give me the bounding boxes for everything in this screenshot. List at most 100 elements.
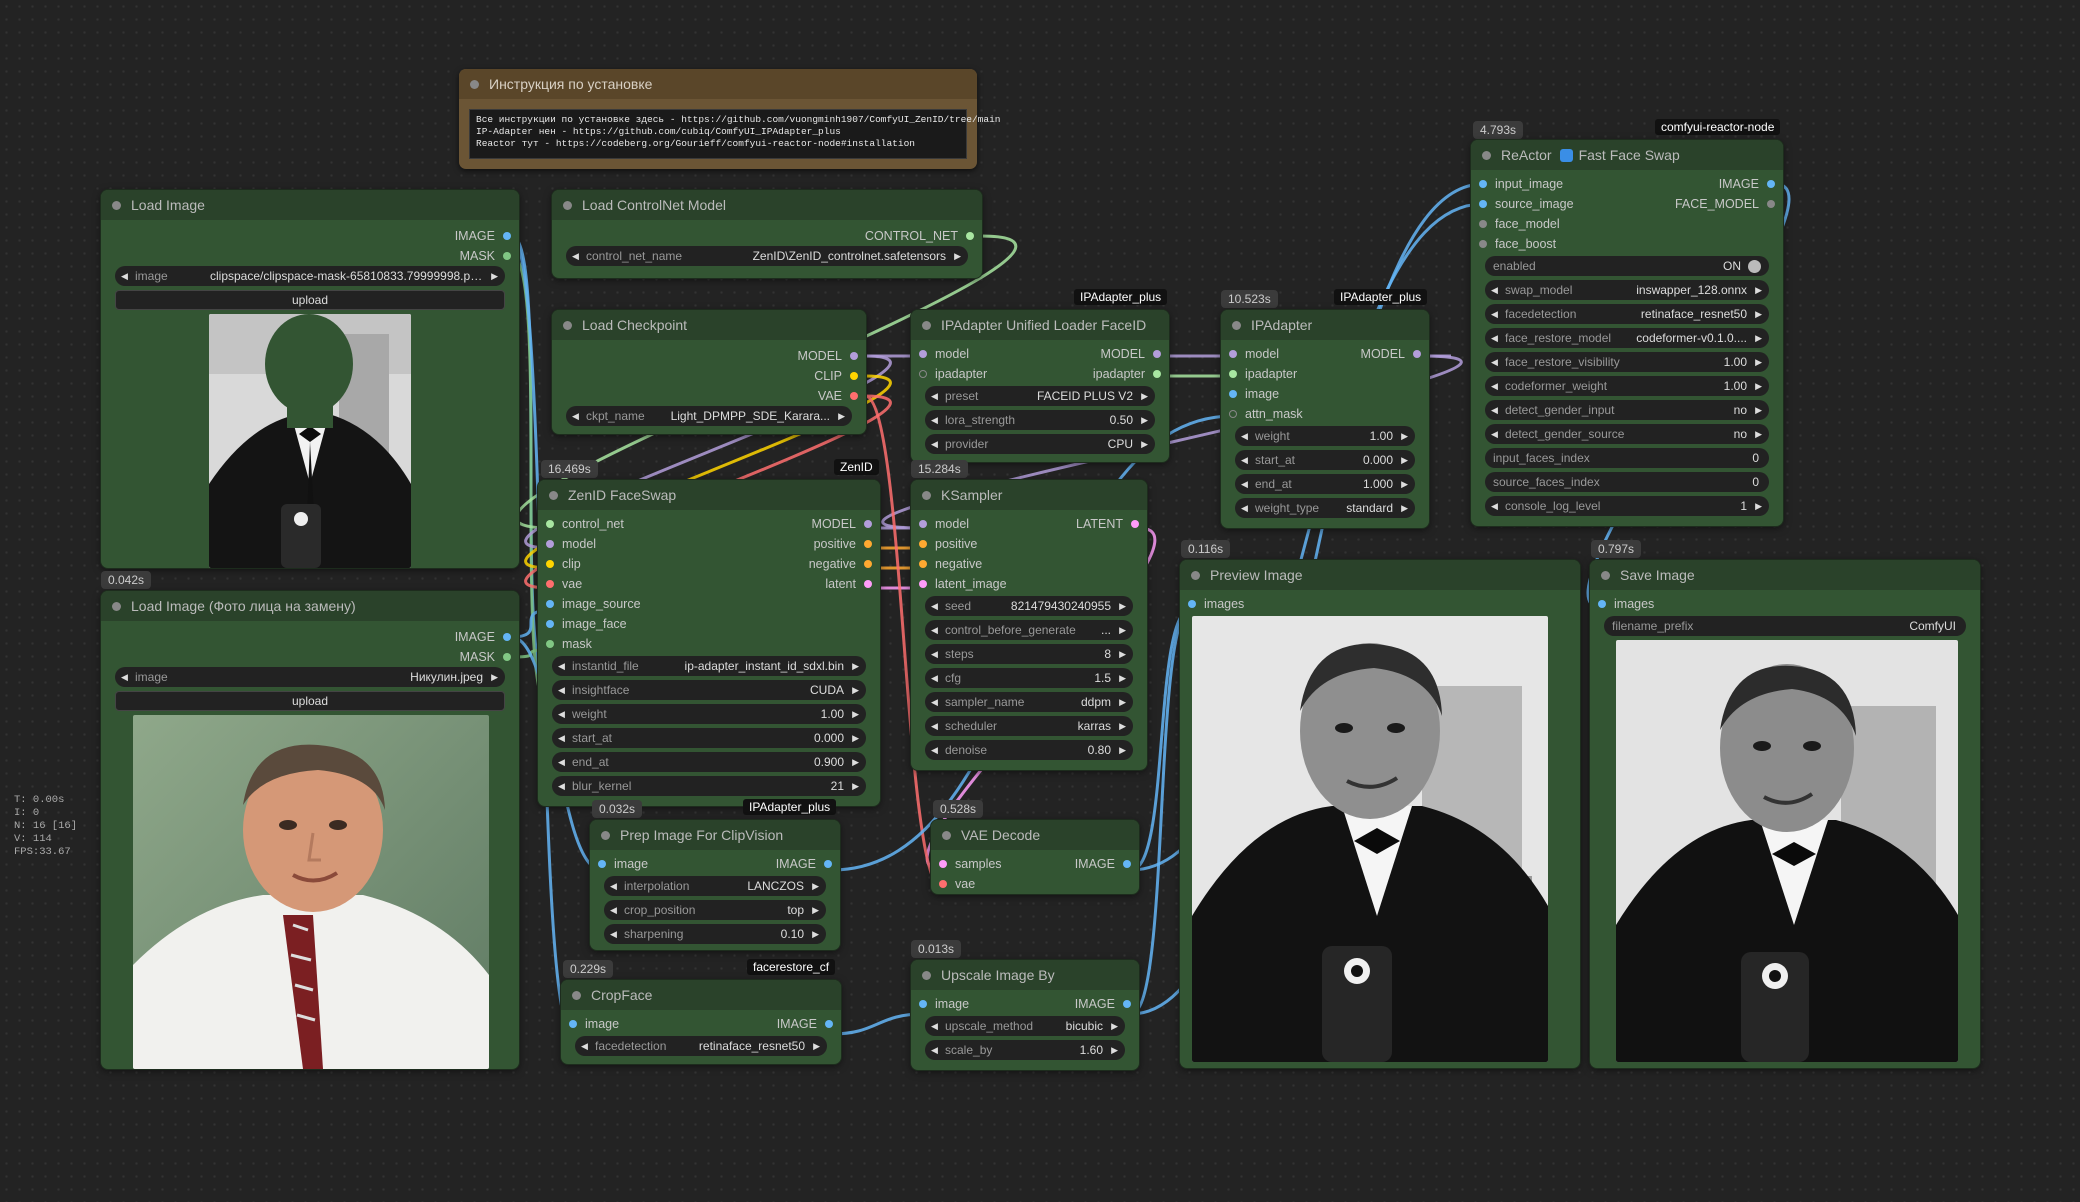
output-negative[interactable]: negative [809, 554, 872, 574]
output-ipadapter[interactable]: ipadapter [1093, 364, 1161, 384]
node-title[interactable]: Upscale Image By [911, 960, 1139, 990]
input-vae[interactable]: vae [939, 874, 975, 894]
output-image[interactable]: IMAGE [777, 1014, 833, 1034]
collapse-dot-icon[interactable] [112, 602, 121, 611]
insightface-select[interactable]: insightfaceCUDA [552, 680, 866, 700]
upload-button[interactable]: upload [115, 290, 505, 310]
input-dot-icon[interactable] [546, 580, 554, 588]
weight-slider[interactable]: weight1.00 [1235, 426, 1415, 446]
input-input-image[interactable]: input_image [1479, 174, 1563, 194]
node-ksampler[interactable]: KSampler model positive negative latent_… [911, 480, 1147, 770]
output-dot-icon[interactable] [864, 540, 872, 548]
collapse-dot-icon[interactable] [922, 321, 931, 330]
node-title[interactable]: ReActor Fast Face Swap [1471, 140, 1783, 170]
input-image-source[interactable]: image_source [546, 594, 641, 614]
collapse-dot-icon[interactable] [1232, 321, 1241, 330]
output-dot-icon[interactable] [864, 520, 872, 528]
node-title[interactable]: CropFace [561, 980, 841, 1010]
node-vae-decode[interactable]: VAE Decode samples vae IMAGE [931, 820, 1139, 894]
detect-gender-source-select[interactable]: detect_gender_sourceno [1485, 424, 1769, 444]
control-before-generate-select[interactable]: control_before_generate... [925, 620, 1133, 640]
input-dot-icon[interactable] [919, 560, 927, 568]
weight-slider[interactable]: weight1.00 [552, 704, 866, 724]
input-dot-icon[interactable] [939, 860, 947, 868]
input-model[interactable]: model [546, 534, 596, 554]
end-at-slider[interactable]: end_at0.900 [552, 752, 866, 772]
node-upscale-image-by[interactable]: Upscale Image By image IMAGE upscale_met… [911, 960, 1139, 1070]
output-dot-icon[interactable] [1123, 1000, 1131, 1008]
console-log-level-slider[interactable]: console_log_level1 [1485, 496, 1769, 516]
preset-select[interactable]: presetFACEID PLUS V2 [925, 386, 1155, 406]
input-clip[interactable]: clip [546, 554, 581, 574]
output-dot-icon[interactable] [503, 232, 511, 240]
output-latent[interactable]: LATENT [1076, 514, 1139, 534]
output-image[interactable]: IMAGE [455, 226, 511, 246]
collapse-dot-icon[interactable] [942, 831, 951, 840]
input-negative[interactable]: negative [919, 554, 982, 574]
input-dot-icon[interactable] [919, 540, 927, 548]
collapse-dot-icon[interactable] [112, 201, 121, 210]
output-dot-icon[interactable] [503, 653, 511, 661]
output-model[interactable]: MODEL [798, 346, 858, 366]
output-dot-icon[interactable] [966, 232, 974, 240]
steps-slider[interactable]: steps8 [925, 644, 1133, 664]
enabled-toggle[interactable]: enabled ON [1485, 256, 1769, 276]
end-at-slider[interactable]: end_at1.000 [1235, 474, 1415, 494]
output-control-net[interactable]: CONTROL_NET [865, 226, 974, 246]
node-title[interactable]: KSampler [911, 480, 1147, 510]
denoise-slider[interactable]: denoise0.80 [925, 740, 1133, 760]
input-dot-icon[interactable] [1479, 200, 1487, 208]
instantid-file-select[interactable]: instantid_fileip-adapter_instant_id_sdxl… [552, 656, 866, 676]
output-image[interactable]: IMAGE [1719, 174, 1775, 194]
input-model[interactable]: model [919, 514, 969, 534]
swap-model-select[interactable]: swap_modelinswapper_128.onnx [1485, 280, 1769, 300]
note-text[interactable]: Все инструкции по установке здесь - http… [469, 109, 1001, 159]
input-dot-icon[interactable] [919, 350, 927, 358]
ckpt-name-select[interactable]: ckpt_nameLight_DPMPP_SDE_Karara... [566, 406, 852, 426]
link-wire[interactable] [831, 1012, 924, 1036]
output-dot-icon[interactable] [1153, 350, 1161, 358]
output-dot-icon[interactable] [1131, 520, 1139, 528]
lora-strength-slider[interactable]: lora_strength0.50 [925, 410, 1155, 430]
node-title[interactable]: ZenID FaceSwap [538, 480, 880, 510]
input-image[interactable]: image [919, 994, 969, 1014]
input-dot-icon[interactable] [546, 620, 554, 628]
input-dot-icon[interactable] [1479, 180, 1487, 188]
input-control-net[interactable]: control_net [546, 514, 624, 534]
collapse-dot-icon[interactable] [1601, 571, 1610, 580]
sharpening-slider[interactable]: sharpening0.10 [604, 924, 826, 944]
node-load-checkpoint[interactable]: Load Checkpoint MODEL CLIP VAE ckpt_name… [552, 310, 866, 434]
input-dot-icon[interactable] [919, 520, 927, 528]
input-mask[interactable]: mask [546, 634, 592, 654]
node-ipadapter-loader[interactable]: IPAdapter Unified Loader FaceID model ip… [911, 310, 1169, 462]
output-dot-icon[interactable] [864, 580, 872, 588]
collapse-dot-icon[interactable] [1191, 571, 1200, 580]
node-title[interactable]: Load Image [101, 190, 519, 220]
facedetection-select[interactable]: facedetectionretinaface_resnet50 [1485, 304, 1769, 324]
collapse-dot-icon[interactable] [922, 971, 931, 980]
output-dot-icon[interactable] [850, 392, 858, 400]
node-zenid-faceswap[interactable]: ZenID FaceSwap control_net model clip va… [538, 480, 880, 806]
collapse-dot-icon[interactable] [470, 80, 479, 89]
cfg-slider[interactable]: cfg1.5 [925, 668, 1133, 688]
input-face-model[interactable]: face_model [1479, 214, 1560, 234]
input-image[interactable]: image [1229, 384, 1279, 404]
node-load-controlnet[interactable]: Load ControlNet Model CONTROL_NET contro… [552, 190, 982, 278]
output-image[interactable]: IMAGE [1075, 854, 1131, 874]
output-dot-icon[interactable] [503, 252, 511, 260]
output-dot-icon[interactable] [1767, 200, 1775, 208]
input-attn-mask[interactable]: attn_mask [1229, 404, 1303, 424]
input-vae[interactable]: vae [546, 574, 582, 594]
detect-gender-input-select[interactable]: detect_gender_inputno [1485, 400, 1769, 420]
input-dot-icon[interactable] [1188, 600, 1196, 608]
input-latent-image[interactable]: latent_image [919, 574, 1007, 594]
collapse-dot-icon[interactable] [549, 491, 558, 500]
node-title[interactable]: Load Image (Фото лица на замену) [101, 591, 519, 621]
node-title[interactable]: Load Checkpoint [552, 310, 866, 340]
output-dot-icon[interactable] [1767, 180, 1775, 188]
input-dot-icon[interactable] [598, 860, 606, 868]
input-dot-icon[interactable] [546, 560, 554, 568]
input-dot-icon[interactable] [919, 370, 927, 378]
input-dot-icon[interactable] [546, 600, 554, 608]
node-title[interactable]: VAE Decode [931, 820, 1139, 850]
